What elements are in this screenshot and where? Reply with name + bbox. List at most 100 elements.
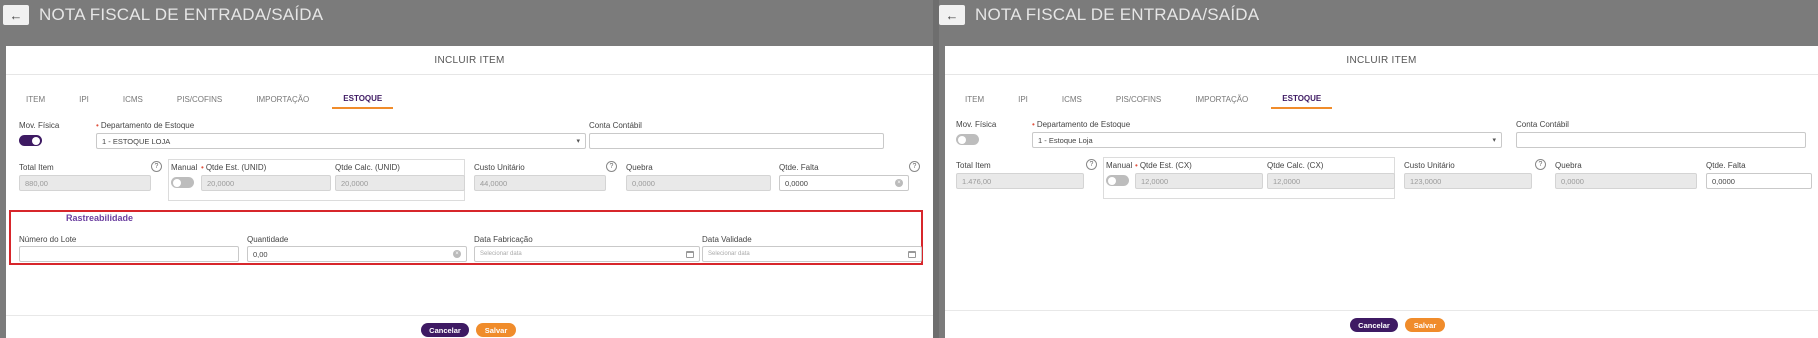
toggle-knob — [32, 136, 40, 145]
conta-contabil-label: Conta Contábil — [1516, 120, 1569, 129]
calendar-icon[interactable] — [686, 251, 694, 258]
save-button[interactable]: Salvar — [476, 323, 516, 337]
qtde-est-label: • Qtde Est. (UNID) — [201, 163, 267, 172]
right-pane: ← NOTA FISCAL DE ENTRADA/SAÍDA INCLUIR I… — [939, 0, 1818, 338]
departamento-value: 1 - ESTOQUE LOJA — [102, 136, 171, 146]
mov-fisica-toggle[interactable] — [956, 134, 979, 145]
manual-toggle[interactable] — [171, 177, 194, 188]
tab-ipi[interactable]: IPI — [1007, 89, 1039, 109]
calendar-icon[interactable] — [908, 251, 916, 258]
toggle-knob — [958, 135, 966, 144]
include-item-modal: INCLUIR ITEM ITEM IPI ICMS PIS/COFINS IM… — [6, 46, 933, 338]
quebra-label: Quebra — [1555, 161, 1582, 170]
qtde-falta-label: Qtde. Falta — [1706, 161, 1746, 170]
tab-icms[interactable]: ICMS — [1051, 89, 1093, 109]
departamento-select[interactable]: 1 - ESTOQUE LOJA ▾ — [96, 133, 586, 149]
quebra-field: 0,0000 — [1555, 173, 1697, 189]
tab-estoque[interactable]: ESTOQUE — [1271, 89, 1333, 109]
cancel-button[interactable]: Cancelar — [1350, 318, 1398, 332]
top-bar: ← NOTA FISCAL DE ENTRADA/SAÍDA — [0, 0, 933, 30]
help-icon[interactable]: ? — [909, 161, 920, 172]
qtde-calc-field: 20,0000 — [335, 175, 465, 191]
left-pane: ← NOTA FISCAL DE ENTRADA/SAÍDA INCLUIR I… — [0, 0, 933, 338]
quantidade-label: Quantidade — [247, 235, 289, 244]
tab-pis-cofins[interactable]: PIS/COFINS — [1105, 89, 1172, 109]
footer-divider — [945, 310, 1818, 311]
total-item-label: Total Item — [19, 163, 54, 172]
top-bar: ← NOTA FISCAL DE ENTRADA/SAÍDA — [939, 0, 1818, 30]
departamento-label: • Departamento de Estoque — [1032, 120, 1131, 129]
qtde-est-field: 20,0000 — [201, 175, 331, 191]
help-icon[interactable]: ? — [151, 161, 162, 172]
include-item-modal: INCLUIR ITEM ITEM IPI ICMS PIS/COFINS IM… — [945, 46, 1818, 338]
tab-estoque[interactable]: ESTOQUE — [332, 89, 394, 109]
qtde-falta-input[interactable]: 0,0000 × — [779, 175, 909, 191]
manual-toggle[interactable] — [1106, 175, 1129, 186]
quantidade-input[interactable]: 0,00 × — [247, 246, 467, 262]
modal-title: INCLUIR ITEM — [945, 46, 1818, 75]
page-title: NOTA FISCAL DE ENTRADA/SAÍDA — [975, 5, 1260, 24]
data-fabricacao-label: Data Fabricação — [474, 235, 533, 244]
mov-fisica-label: Mov. Física — [956, 120, 997, 129]
data-validade-input[interactable]: Selecionar data — [702, 246, 922, 262]
departamento-label: • Departamento de Estoque — [96, 121, 195, 130]
data-validade-placeholder: Selecionar data — [708, 251, 750, 257]
cancel-button[interactable]: Cancelar — [421, 323, 469, 337]
tab-importacao[interactable]: IMPORTAÇÃO — [245, 89, 320, 109]
total-item-field: 880,00 — [19, 175, 151, 191]
manual-label: Manual — [171, 163, 198, 172]
conta-contabil-input[interactable] — [589, 133, 884, 149]
tab-pis-cofins[interactable]: PIS/COFINS — [166, 89, 233, 109]
manual-label: Manual — [1106, 161, 1133, 170]
total-item-label: Total Item — [956, 161, 991, 170]
tab-item[interactable]: ITEM — [15, 89, 56, 109]
departamento-select[interactable]: 1 - Estoque Loja ▾ — [1032, 132, 1502, 148]
quebra-field: 0,0000 — [626, 175, 771, 191]
modal-title: INCLUIR ITEM — [6, 46, 933, 75]
qtde-falta-input[interactable]: 0,0000 — [1706, 173, 1812, 189]
departamento-value: 1 - Estoque Loja — [1038, 135, 1093, 145]
page-title: NOTA FISCAL DE ENTRADA/SAÍDA — [39, 5, 324, 24]
toggle-knob — [1108, 176, 1116, 185]
qtde-est-field: 12,0000 — [1135, 173, 1263, 189]
data-fabricacao-input[interactable]: Selecionar data — [474, 246, 700, 262]
help-icon[interactable]: ? — [606, 161, 617, 172]
mov-fisica-label: Mov. Física — [19, 121, 60, 130]
custo-unitario-label: Custo Unitário — [474, 163, 525, 172]
arrow-left-icon: ← — [9, 7, 23, 23]
arrow-left-icon: ← — [945, 7, 959, 23]
help-icon[interactable]: ? — [1086, 159, 1097, 170]
qtde-calc-label: Qtde Calc. (CX) — [1267, 161, 1324, 170]
save-button[interactable]: Salvar — [1405, 318, 1445, 332]
help-icon[interactable]: ? — [1535, 159, 1546, 170]
qtde-calc-field: 12,0000 — [1267, 173, 1395, 189]
numero-lote-label: Número do Lote — [19, 235, 77, 244]
numero-lote-input[interactable] — [19, 246, 239, 262]
mov-fisica-toggle[interactable] — [19, 135, 42, 146]
custo-unitario-field: 44,0000 — [474, 175, 606, 191]
toggle-knob — [173, 178, 181, 187]
tab-bar: ITEM IPI ICMS PIS/COFINS IMPORTAÇÃO ESTO… — [954, 89, 1344, 109]
conta-contabil-input[interactable] — [1516, 132, 1806, 148]
tab-item[interactable]: ITEM — [954, 89, 995, 109]
custo-unitario-field: 123,0000 — [1404, 173, 1532, 189]
tab-importacao[interactable]: IMPORTAÇÃO — [1184, 89, 1259, 109]
total-item-field: 1.476,00 — [956, 173, 1084, 189]
data-fabricacao-placeholder: Selecionar data — [480, 251, 522, 257]
tab-icms[interactable]: ICMS — [112, 89, 154, 109]
tab-bar: ITEM IPI ICMS PIS/COFINS IMPORTAÇÃO ESTO… — [15, 89, 405, 109]
qtde-est-label: • Qtde Est. (CX) — [1135, 161, 1192, 170]
chevron-down-icon: ▾ — [1492, 137, 1496, 144]
clear-icon[interactable]: × — [895, 179, 903, 187]
qtde-calc-label: Qtde Calc. (UNID) — [335, 163, 400, 172]
tab-ipi[interactable]: IPI — [68, 89, 100, 109]
clear-icon[interactable]: × — [453, 250, 461, 258]
back-button[interactable]: ← — [3, 5, 29, 25]
qtde-falta-value: 0,0000 — [785, 178, 808, 188]
back-button[interactable]: ← — [939, 5, 965, 25]
rastreabilidade-title: Rastreabilidade — [66, 213, 134, 223]
custo-unitario-label: Custo Unitário — [1404, 161, 1455, 170]
footer-divider — [6, 315, 933, 316]
qtde-falta-label: Qtde. Falta — [779, 163, 819, 172]
chevron-down-icon: ▾ — [576, 138, 580, 145]
